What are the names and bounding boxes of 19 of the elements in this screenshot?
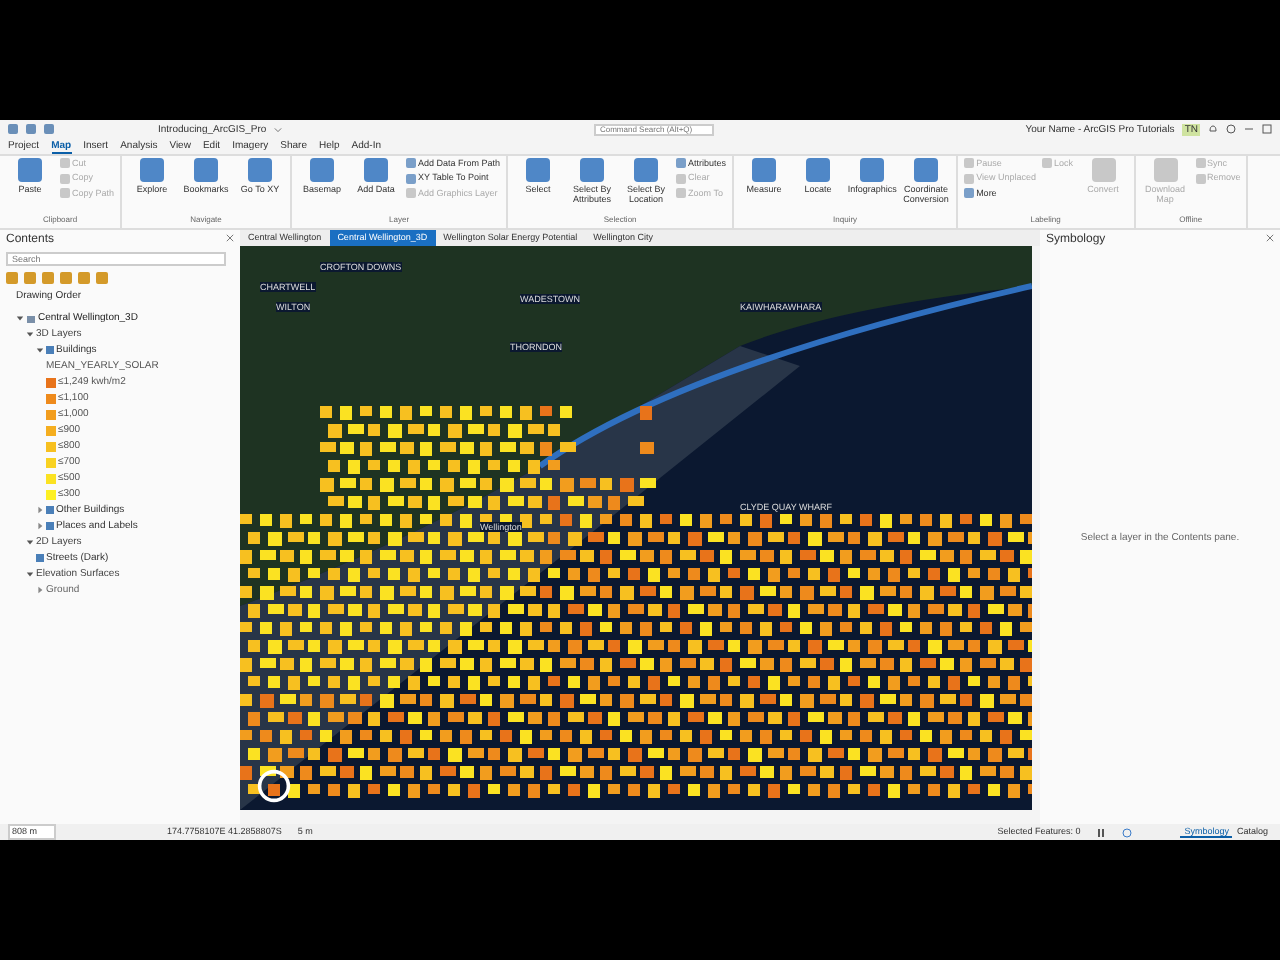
checkbox[interactable] [46,506,54,515]
expand-arrow-icon[interactable] [36,586,44,595]
bell-icon[interactable] [1207,124,1218,134]
minimize-icon[interactable] [1243,124,1254,134]
checkbox[interactable] [46,346,54,355]
checkbox[interactable] [46,522,54,531]
maximize-icon[interactable] [1261,124,1272,134]
caret-icon[interactable] [274,125,283,133]
navigator-icon[interactable] [256,768,292,804]
expand-arrow-icon[interactable] [36,506,44,515]
expand-arrow-icon[interactable] [16,314,24,323]
checkbox[interactable] [36,554,44,563]
map-icon [26,313,36,324]
expand-arrow-icon[interactable] [36,346,44,355]
pause-icon[interactable] [1096,827,1107,837]
close-icon[interactable] [1266,234,1274,242]
expand-arrow-icon[interactable] [36,522,44,531]
close-icon[interactable] [226,234,234,242]
map-drawing[interactable] [240,246,1032,810]
